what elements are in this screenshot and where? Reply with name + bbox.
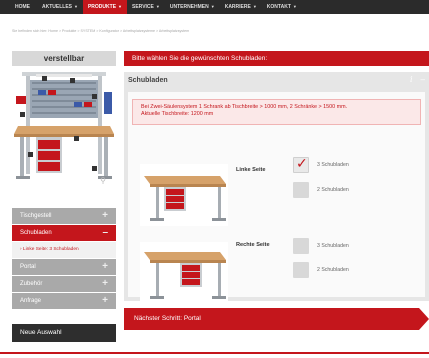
right-option-2-drawers[interactable]: 2 Schubladen (293, 262, 349, 278)
nav-item-unternehmen[interactable]: UNTERNEHMEN ▼ (165, 0, 220, 14)
checkbox[interactable] (293, 262, 309, 278)
sidebar-item-tischgestell[interactable]: Tischgestell + (12, 208, 116, 224)
right-option-3-drawers[interactable]: 3 Schubladen (293, 238, 349, 254)
collapse-icon[interactable]: – (421, 75, 425, 84)
desk-left-cabinet-illustration (144, 176, 226, 221)
info-icon[interactable]: i (410, 75, 413, 84)
nav-item-karriere[interactable]: KARRIERE ▼ (220, 0, 262, 14)
expand-icon: + (102, 278, 108, 289)
nav-item-kontakt[interactable]: KONTAKT ▼ (262, 0, 302, 14)
nav-item-home[interactable]: HOME (10, 0, 37, 14)
desk-right-cabinet-illustration (144, 252, 226, 299)
breadcrumb[interactable]: Sie befinden sich hier: Home > Produkte … (12, 29, 189, 33)
next-step-button[interactable]: Nächster Schritt: Portal (124, 308, 419, 330)
nav-item-produkte[interactable]: PRODUKTE ▼ (82, 0, 127, 14)
sidebar-item-schubladen[interactable]: Schubladen – (12, 225, 116, 241)
drawers-section: Schubladen i – Bei Zwei-Säulensystem 1 Sc… (124, 72, 429, 304)
chevron-down-icon: ▼ (118, 4, 122, 9)
chevron-down-icon: ▼ (74, 4, 78, 9)
right-side-desk-image (140, 242, 228, 304)
footer-divider (0, 352, 429, 354)
left-option-3-drawers[interactable]: 3 Schubladen (293, 155, 349, 173)
info-line-1: Bei Zwei-Säulensystem 1 Schrank ab Tisch… (141, 104, 348, 110)
info-line-2: Aktuelle Tischbreite: 1200 mm (141, 111, 214, 117)
collapse-icon: – (102, 227, 108, 238)
nav-item-aktuelles[interactable]: AKTUELLES ▼ (37, 0, 83, 14)
section-title: Schubladen (128, 77, 168, 84)
checkbox[interactable] (293, 238, 309, 254)
sidebar-item-zubehoer[interactable]: Zubehör + (12, 276, 116, 292)
chevron-down-icon: ▼ (155, 4, 160, 9)
left-side-desk-image (140, 164, 228, 226)
chevron-down-icon: ▼ (292, 4, 297, 9)
left-option-2-drawers[interactable]: 2 Schubladen (293, 182, 349, 198)
main-nav: HOME AKTUELLES ▼ PRODUKTE ▼ SERVICE ▼ UNTER… (0, 0, 429, 14)
chevron-down-icon: ▼ (252, 4, 257, 9)
arrow-right-icon[interactable] (419, 308, 429, 330)
sidebar-item-portal[interactable]: Portal + (12, 259, 116, 275)
expand-icon: + (102, 295, 108, 306)
left-side-label: Linke Seite (236, 167, 266, 173)
workbench-illustration (12, 66, 116, 190)
chevron-down-icon: ▼ (210, 4, 215, 9)
new-selection-button[interactable]: Neue Auswahl (12, 324, 116, 342)
sidebar-item-anfrage[interactable]: Anfrage + (12, 293, 116, 309)
section-body: Bei Zwei-Säulensystem 1 Schrank ab Tisch… (128, 92, 425, 304)
sidebar-title: verstellbar (12, 51, 116, 66)
checkbox-checked[interactable] (293, 155, 309, 173)
sidebar-subitem-left-drawers[interactable]: › Linke Seite: 3 Schubladen (12, 242, 116, 258)
magnifier-icon[interactable]: ⚲ (100, 176, 106, 185)
expand-icon: + (102, 261, 108, 272)
selection-prompt: Bitte wählen Sie die gewünschten Schubla… (124, 51, 429, 66)
nav-item-service[interactable]: SERVICE ▼ (127, 0, 165, 14)
section-controls: i – (402, 75, 425, 84)
right-side-label: Rechte Seite (236, 242, 270, 248)
info-message: Bei Zwei-Säulensystem 1 Schrank ab Tisch… (132, 99, 421, 125)
checkbox[interactable] (293, 182, 309, 198)
expand-icon: + (102, 210, 108, 221)
config-sidebar: verstellbar ⚲ Tischgestell + Schubladen … (12, 51, 116, 310)
workbench-preview-image[interactable]: ⚲ (12, 66, 116, 190)
